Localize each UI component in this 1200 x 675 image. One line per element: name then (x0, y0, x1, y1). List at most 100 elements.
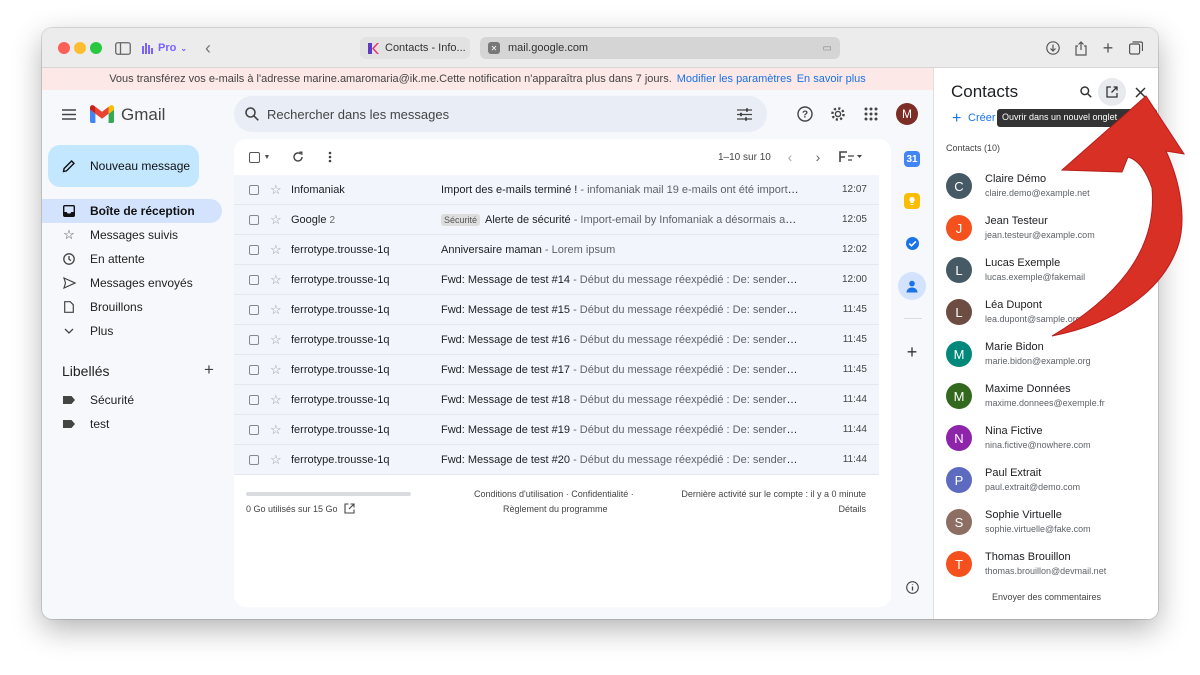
row-checkbox[interactable] (249, 395, 259, 405)
keep-icon[interactable] (904, 193, 920, 209)
contact-item[interactable]: L Lucas Exemple lucas.exemple@fakemail (934, 250, 1158, 290)
add-label-icon[interactable]: + (202, 360, 216, 379)
star-icon[interactable]: ☆ (270, 212, 282, 228)
contact-item[interactable]: S Sophie Virtuelle sophie.virtuelle@fake.c… (934, 502, 1158, 542)
tab-contacts[interactable]: Contacts - Info... (360, 37, 470, 59)
next-page-icon[interactable]: › (811, 149, 825, 165)
tab-overview-icon[interactable] (1128, 38, 1144, 58)
maximize-window-icon[interactable] (90, 42, 102, 54)
close-panel-icon[interactable] (1132, 84, 1148, 100)
contact-item[interactable]: L Léa Dupont lea.dupont@sample.org (934, 292, 1158, 332)
row-checkbox[interactable] (249, 275, 259, 285)
tasks-icon[interactable] (904, 235, 920, 251)
row-checkbox[interactable] (249, 425, 259, 435)
gmail-logo-icon[interactable] (90, 104, 114, 124)
contact-item[interactable]: M Marie Bidon marie.bidon@example.org (934, 334, 1158, 374)
sidebar-toggle-icon[interactable] (114, 38, 132, 58)
help-icon[interactable]: ? (796, 105, 814, 123)
program-policies-link[interactable]: Règlement du programme (503, 504, 608, 514)
search-bar[interactable]: Rechercher dans les messages (234, 96, 767, 132)
add-addon-icon[interactable]: + (904, 342, 920, 362)
refresh-icon[interactable] (291, 150, 305, 164)
search-filter-icon[interactable] (736, 106, 752, 122)
sidebar-item-inbox[interactable]: Boîte de réception (42, 199, 222, 223)
main-menu-icon[interactable] (60, 105, 78, 123)
email-row[interactable]: ☆ ferrotype.trousse-1q Fwd: Message de tes… (234, 385, 879, 415)
sidebar-item-drafts[interactable]: Brouillons (42, 295, 222, 319)
star-icon[interactable]: ☆ (270, 422, 282, 438)
star-icon[interactable]: ☆ (270, 272, 282, 288)
contact-name: Marie Bidon (985, 341, 1044, 353)
row-checkbox[interactable] (249, 215, 259, 225)
calendar-icon[interactable]: 31 (904, 151, 920, 167)
sidebar-item-more[interactable]: Plus (42, 319, 222, 343)
terms-links[interactable]: Conditions d'utilisation · Confidentiali… (474, 489, 634, 499)
row-checkbox[interactable] (249, 305, 259, 315)
sidebar-item-label: Sécurité (90, 393, 135, 407)
email-row[interactable]: ☆ ferrotype.trousse-1q Anniversaire maman … (234, 235, 879, 265)
row-checkbox[interactable] (249, 455, 259, 465)
contact-item[interactable]: J Jean Testeur jean.testeur@example.com (934, 208, 1158, 248)
email-row[interactable]: ☆ ferrotype.trousse-1q Fwd: Message de tes… (234, 295, 879, 325)
reader-icon[interactable]: ▭ (823, 43, 832, 54)
select-dropdown-icon[interactable]: ▼ (263, 151, 271, 163)
new-tab-icon[interactable]: + (1100, 38, 1116, 58)
star-icon[interactable]: ☆ (270, 242, 282, 258)
sidebar-label-securite[interactable]: Sécurité (42, 388, 222, 412)
prev-page-icon[interactable]: ‹ (783, 149, 797, 165)
row-checkbox[interactable] (249, 245, 259, 255)
star-icon[interactable]: ☆ (270, 302, 282, 318)
apps-grid-icon[interactable] (862, 105, 880, 123)
search-icon[interactable] (244, 106, 260, 122)
sidebar-label-test[interactable]: test (42, 412, 222, 436)
sidebar-item-starred[interactable]: ☆ Messages suivis (42, 223, 222, 247)
select-all-checkbox[interactable] (248, 151, 260, 163)
contact-item[interactable]: N Nina Fictive nina.fictive@nowhere.com (934, 418, 1158, 458)
create-contact-button[interactable]: Créer (968, 112, 996, 124)
star-icon[interactable]: ☆ (270, 182, 282, 198)
close-window-icon[interactable] (58, 42, 70, 54)
email-row[interactable]: ☆ ferrotype.trousse-1q Fwd: Message de tes… (234, 325, 879, 355)
email-row[interactable]: ☆ ferrotype.trousse-1q Fwd: Message de tes… (234, 355, 879, 385)
sidebar-item-sent[interactable]: Messages envoyés (42, 271, 222, 295)
star-icon[interactable]: ☆ (270, 362, 282, 378)
contact-item[interactable]: P Paul Extrait paul.extrait@demo.com (934, 460, 1158, 500)
profile-switcher[interactable]: Pro ⌄ (142, 38, 187, 58)
open-external-icon[interactable] (342, 501, 356, 515)
modify-settings-link[interactable]: Modifier les paramètres (677, 73, 792, 85)
contact-item[interactable]: C Claire Démo claire.demo@example.net (934, 166, 1158, 206)
download-icon[interactable] (1045, 38, 1061, 58)
contacts-search-icon[interactable] (1078, 84, 1094, 100)
label-chip[interactable]: Sécurité (441, 214, 481, 226)
contact-item[interactable]: T Thomas Brouillon thomas.brouillon@devmai… (934, 544, 1158, 584)
star-icon[interactable]: ☆ (270, 392, 282, 408)
open-in-new-tab-button[interactable] (1098, 78, 1126, 106)
details-link[interactable]: Détails (838, 504, 866, 514)
star-icon[interactable]: ☆ (270, 332, 282, 348)
row-checkbox[interactable] (249, 365, 259, 375)
learn-more-link[interactable]: En savoir plus (797, 73, 866, 85)
row-checkbox[interactable] (249, 335, 259, 345)
row-checkbox[interactable] (249, 185, 259, 195)
info-icon[interactable] (904, 579, 920, 595)
settings-gear-icon[interactable] (829, 105, 847, 123)
star-icon[interactable]: ☆ (270, 452, 282, 468)
compose-button[interactable]: Nouveau message (48, 145, 199, 187)
email-row[interactable]: ☆ ferrotype.trousse-1q Fwd: Message de tes… (234, 415, 879, 445)
contact-item[interactable]: M Maxime Données maxime.donnees@exemple.fr (934, 376, 1158, 416)
back-icon[interactable]: ‹ (200, 38, 216, 58)
email-row[interactable]: ☆ Google 2 Sécurité Alerte de sécurité - Imp… (234, 205, 879, 235)
email-row[interactable]: ☆ Infomaniak Import des e-mails terminé ! … (234, 175, 879, 205)
minimize-window-icon[interactable] (74, 42, 86, 54)
more-vert-icon[interactable] (323, 150, 337, 164)
sidebar-item-snoozed[interactable]: En attente (42, 247, 222, 271)
tab-gmail[interactable]: ✕ mail.google.com ▭ (480, 37, 840, 59)
share-icon[interactable] (1073, 38, 1089, 58)
send-feedback-link[interactable]: Envoyer des commentaires (934, 592, 1158, 602)
email-row[interactable]: ☆ ferrotype.trousse-1q Fwd: Message de tes… (234, 445, 879, 475)
account-avatar[interactable]: M (896, 103, 918, 125)
tab-url: mail.google.com (508, 42, 589, 54)
contacts-strip-button[interactable] (898, 272, 926, 300)
input-tools-icon[interactable] (839, 150, 863, 164)
email-row[interactable]: ☆ ferrotype.trousse-1q Fwd: Message de tes… (234, 265, 879, 295)
